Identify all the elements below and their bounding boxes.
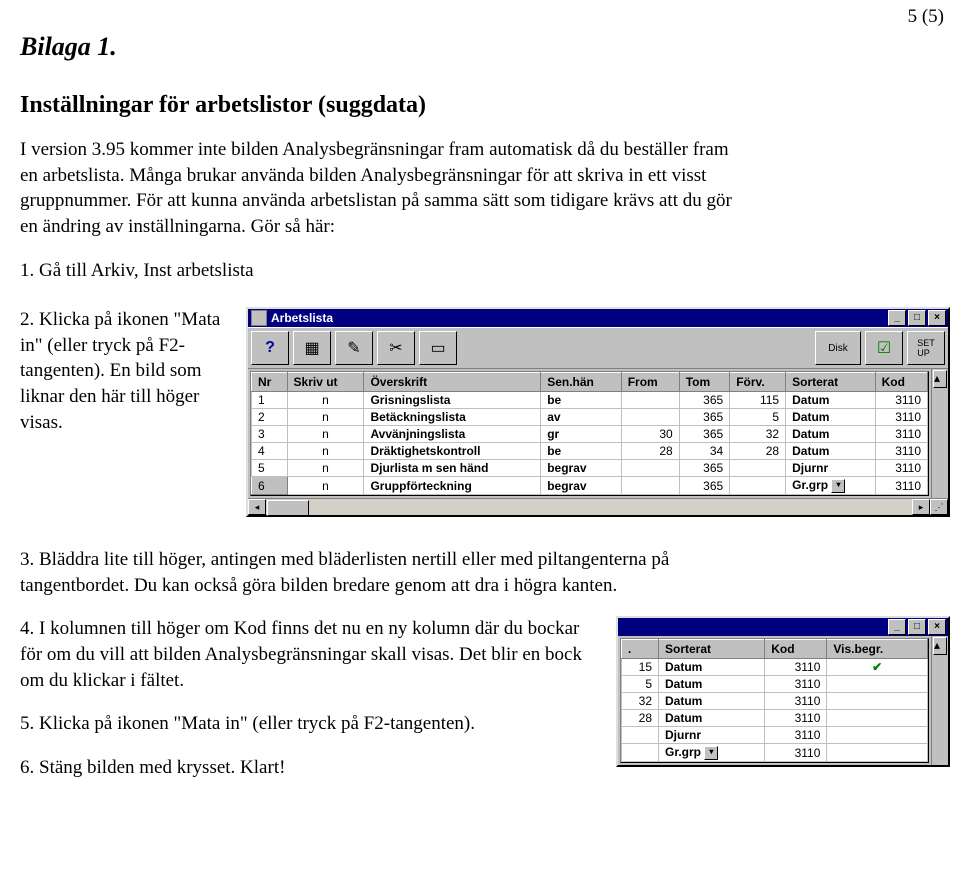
step-6: 6. Stäng bilden med krysset. Klart!: [20, 755, 600, 781]
toolbar: ? ▦ ✎ ✂ ▭ Disk ☑ SETUP: [248, 327, 948, 369]
col-nr[interactable]: Nr: [252, 373, 288, 392]
window-title: Arbetslista: [271, 311, 886, 325]
detail-table: . Sorterat Kod Vis.begr. 15Datum3110✔5Da…: [621, 639, 928, 762]
arbetslista-table: Nr Skriv ut Överskrift Sen.hän From Tom …: [251, 372, 928, 495]
table-row[interactable]: 2nBetäckningslistaav3655Datum3110: [252, 409, 928, 426]
col-forv[interactable]: Förv.: [730, 373, 786, 392]
table-row[interactable]: Djurnr3110: [622, 727, 928, 744]
window-title: [621, 620, 886, 634]
col-prev[interactable]: .: [622, 640, 659, 659]
col-overskrift[interactable]: Överskrift: [364, 373, 541, 392]
step-3: 3. Bläddra lite till höger, antingen med…: [20, 547, 740, 598]
table-row[interactable]: 1nGrisningslistabe365115Datum3110: [252, 392, 928, 409]
page-title: Inställningar för arbetslistor (suggdata…: [20, 92, 950, 119]
resize-grip-icon[interactable]: ⋰: [930, 499, 948, 515]
col-kod[interactable]: Kod: [875, 373, 927, 392]
format-icon[interactable]: ▭: [419, 331, 457, 365]
vis-begr-checkbox[interactable]: [827, 676, 928, 693]
vis-begr-checkbox[interactable]: [827, 744, 928, 762]
col-sorterat[interactable]: Sorterat: [659, 640, 765, 659]
dropdown-icon[interactable]: ▾: [831, 479, 845, 493]
maximize-button[interactable]: □: [908, 310, 926, 326]
titlebar[interactable]: Arbetslista _ □ ×: [248, 309, 948, 327]
window-icon: [251, 310, 267, 326]
col-skriv-ut[interactable]: Skriv ut: [287, 373, 364, 392]
titlebar[interactable]: _ □ ×: [618, 618, 948, 636]
disk-icon[interactable]: Disk: [815, 331, 861, 365]
col-sen-han[interactable]: Sen.hän: [541, 373, 622, 392]
edit-icon[interactable]: ✎: [335, 331, 373, 365]
scroll-left-icon[interactable]: ◂: [248, 499, 266, 515]
arbetslista-window: Arbetslista _ □ × ? ▦ ✎ ✂ ▭ Disk ☑ SETUP: [246, 307, 950, 517]
table-row[interactable]: 5Datum3110: [622, 676, 928, 693]
scroll-up-icon[interactable]: ▴: [933, 370, 947, 388]
close-button[interactable]: ×: [928, 310, 946, 326]
col-kod[interactable]: Kod: [765, 640, 827, 659]
horizontal-scrollbar[interactable]: ◂ ▸ ⋰: [248, 498, 948, 515]
step-5: 5. Klicka på ikonen "Mata in" (eller try…: [20, 711, 600, 737]
table-row[interactable]: 5nDjurlista m sen händbegrav365Djurnr311…: [252, 460, 928, 477]
vis-begr-checkbox[interactable]: [827, 727, 928, 744]
scroll-up-icon[interactable]: ▴: [933, 637, 947, 655]
help-icon[interactable]: ?: [251, 331, 289, 365]
table-row[interactable]: 6nGruppförteckningbegrav365Gr.grp ▾3110: [252, 477, 928, 495]
col-vis-begr[interactable]: Vis.begr.: [827, 640, 928, 659]
table-row[interactable]: 3nAvvänjningslistagr3036532Datum3110: [252, 426, 928, 443]
table-row[interactable]: 4nDräktighetskontrollbe283428Datum3110: [252, 443, 928, 460]
list-icon[interactable]: ▦: [293, 331, 331, 365]
table-row[interactable]: Gr.grp ▾3110: [622, 744, 928, 762]
vertical-scrollbar[interactable]: ▴: [931, 369, 948, 498]
close-button[interactable]: ×: [928, 619, 946, 635]
minimize-button[interactable]: _: [888, 619, 906, 635]
scroll-thumb[interactable]: [267, 500, 309, 516]
dropdown-icon[interactable]: ▾: [704, 746, 718, 760]
table-row[interactable]: 32Datum3110: [622, 693, 928, 710]
bilaga-heading: Bilaga 1.: [20, 32, 950, 62]
setup-icon[interactable]: SETUP: [907, 331, 945, 365]
maximize-button[interactable]: □: [908, 619, 926, 635]
vis-begr-checkbox[interactable]: [827, 710, 928, 727]
step-4: 4. I kolumnen till höger om Kod finns de…: [20, 616, 600, 693]
col-tom[interactable]: Tom: [679, 373, 730, 392]
page-number: 5 (5): [908, 6, 944, 28]
vis-begr-checkbox[interactable]: ✔: [827, 659, 928, 676]
cut-icon[interactable]: ✂: [377, 331, 415, 365]
step-2: 2. Klicka på ikonen "Mata in" (eller try…: [20, 307, 230, 435]
checklist-icon[interactable]: ☑: [865, 331, 903, 365]
table-row[interactable]: 15Datum3110✔: [622, 659, 928, 676]
intro-paragraph: I version 3.95 kommer inte bilden Analys…: [20, 137, 740, 240]
vertical-scrollbar[interactable]: ▴: [931, 636, 948, 765]
columns-detail-window: _ □ × . Sorterat Kod Vis.begr.: [616, 616, 950, 767]
minimize-button[interactable]: _: [888, 310, 906, 326]
scroll-right-icon[interactable]: ▸: [912, 499, 930, 515]
step-1: 1. Gå till Arkiv, Inst arbetslista: [20, 258, 740, 284]
vis-begr-checkbox[interactable]: [827, 693, 928, 710]
table-row[interactable]: 28Datum3110: [622, 710, 928, 727]
col-sorterat[interactable]: Sorterat: [786, 373, 875, 392]
col-from[interactable]: From: [621, 373, 679, 392]
